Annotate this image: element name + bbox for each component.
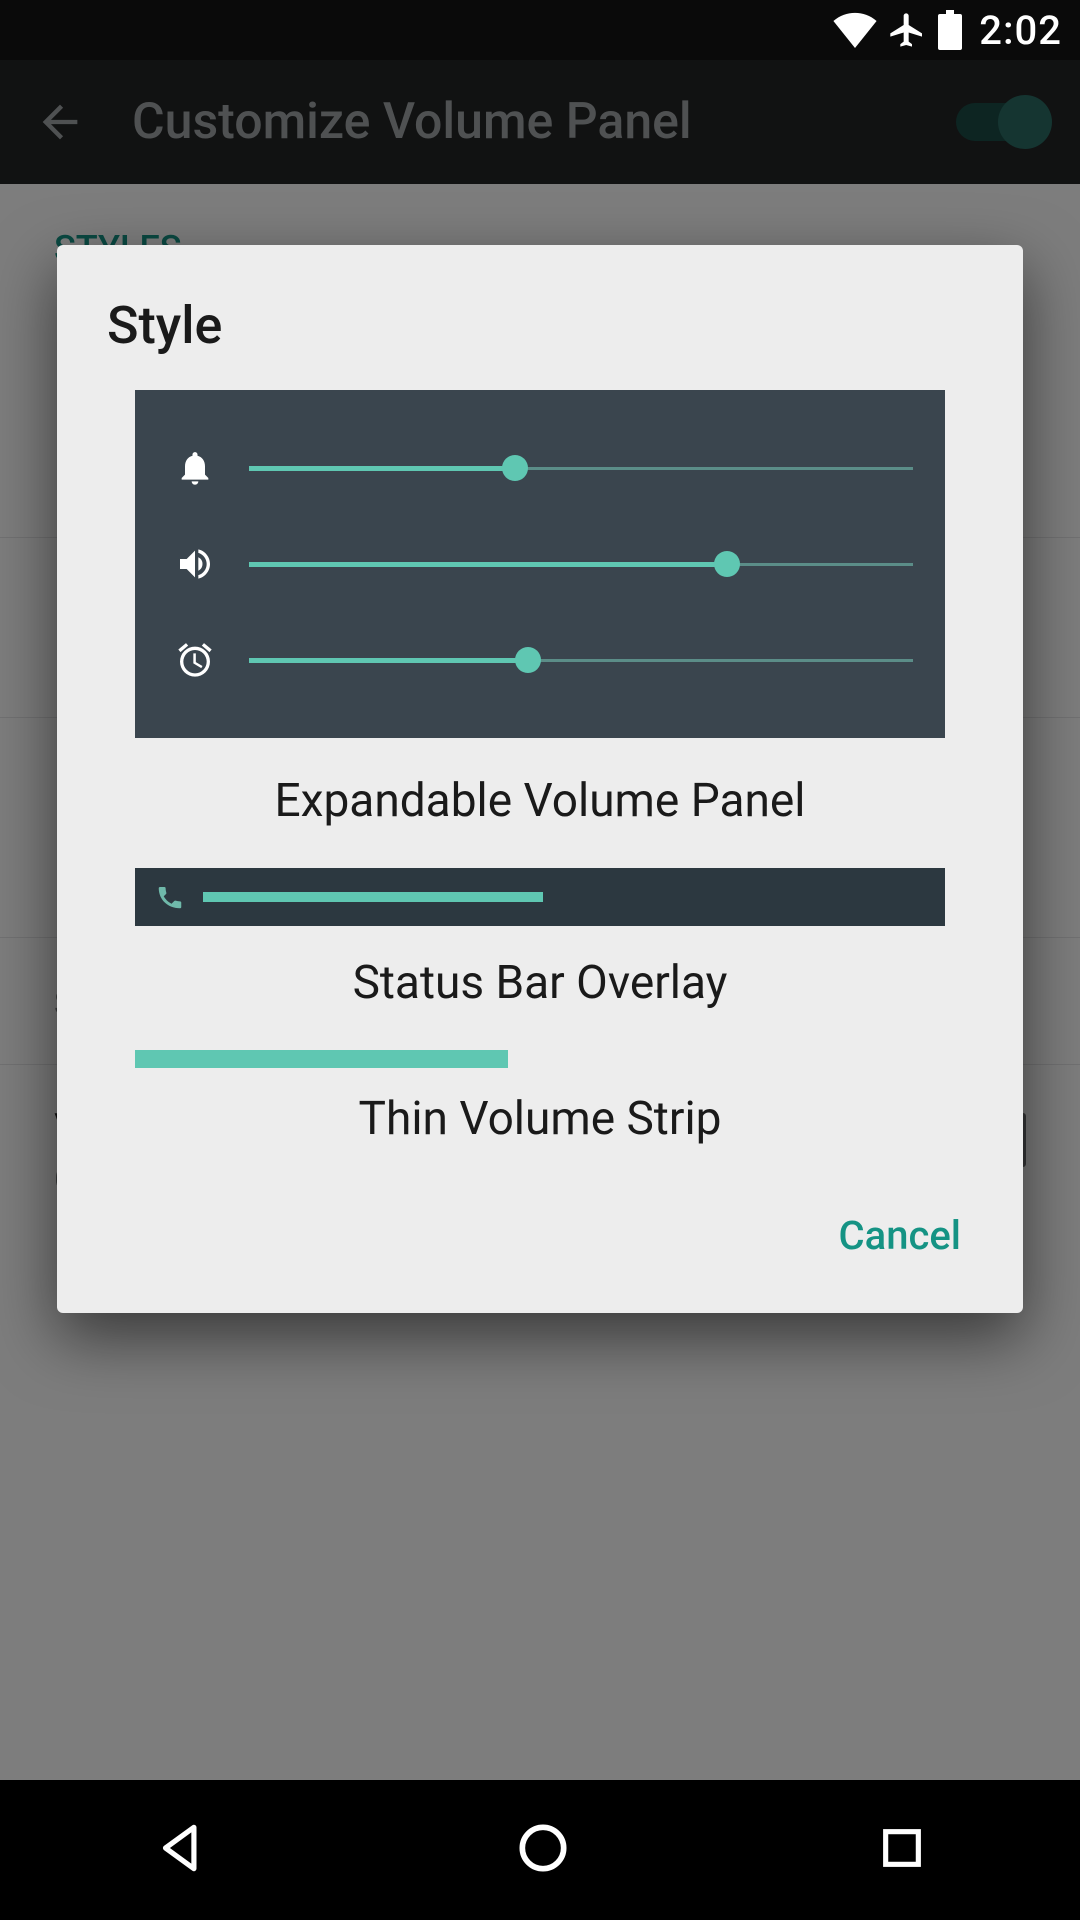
style-option-statusbar[interactable]: Status Bar Overlay bbox=[57, 868, 1023, 1050]
nav-back-button[interactable] bbox=[150, 1817, 212, 1883]
dialog-title: Style bbox=[57, 245, 1023, 390]
battery-icon bbox=[937, 10, 963, 50]
nav-recents-button[interactable] bbox=[874, 1820, 930, 1880]
bell-icon bbox=[167, 448, 223, 488]
dialog-actions: Cancel bbox=[57, 1186, 1023, 1313]
phone-icon bbox=[153, 880, 187, 914]
wifi-icon bbox=[833, 12, 877, 48]
slider bbox=[249, 552, 913, 576]
status-bar-clock: 2:02 bbox=[979, 7, 1062, 54]
option-label: Thin Volume Strip bbox=[57, 1086, 1023, 1186]
statusbar-overlay-preview bbox=[135, 868, 945, 926]
slider-row-ring bbox=[167, 420, 913, 516]
style-option-expandable[interactable]: Expandable Volume Panel bbox=[57, 390, 1023, 868]
style-dialog: Style bbox=[57, 245, 1023, 1313]
statusbar-fill bbox=[203, 892, 927, 902]
option-label: Status Bar Overlay bbox=[57, 950, 1023, 1050]
slider bbox=[249, 648, 913, 672]
alarm-clock-icon bbox=[167, 640, 223, 680]
slider bbox=[249, 456, 913, 480]
app-content: Customize Volume Panel STYLES Select a t… bbox=[0, 60, 1080, 1780]
slider-row-media bbox=[167, 516, 913, 612]
slider-row-alarm bbox=[167, 612, 913, 708]
style-option-thin[interactable]: Thin Volume Strip bbox=[57, 1050, 1023, 1186]
android-status-bar: 2:02 bbox=[0, 0, 1080, 60]
android-nav-bar bbox=[0, 1780, 1080, 1920]
airplane-mode-icon bbox=[887, 10, 927, 50]
speaker-icon bbox=[167, 544, 223, 584]
expandable-panel-preview bbox=[135, 390, 945, 738]
thin-strip-preview bbox=[135, 1050, 945, 1068]
option-label: Expandable Volume Panel bbox=[57, 768, 1023, 868]
cancel-button[interactable]: Cancel bbox=[815, 1196, 985, 1275]
nav-home-button[interactable] bbox=[512, 1817, 574, 1883]
